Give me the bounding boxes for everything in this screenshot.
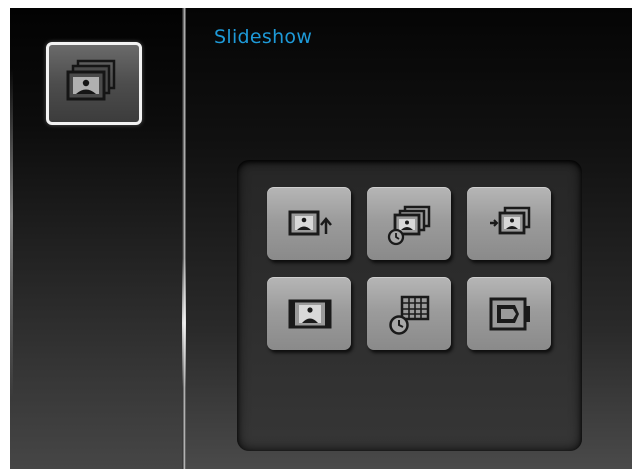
category-slideshow-button[interactable] bbox=[46, 42, 142, 125]
slideshow-timer-icon bbox=[387, 205, 431, 246]
divider-highlight bbox=[182, 258, 186, 388]
photo-transition-icon bbox=[490, 206, 531, 235]
option-slideshow-timer-button[interactable] bbox=[367, 187, 451, 260]
calendar-clock-icon bbox=[389, 295, 430, 335]
category-sidebar bbox=[10, 8, 183, 469]
screen: Slideshow bbox=[10, 8, 632, 469]
page-title: Slideshow bbox=[214, 26, 313, 48]
option-transition-button[interactable] bbox=[467, 187, 551, 260]
photo-stack-icon bbox=[66, 59, 116, 101]
option-export-button[interactable] bbox=[267, 187, 351, 260]
photo-fit-icon bbox=[489, 297, 530, 331]
option-fit-button[interactable] bbox=[467, 277, 551, 350]
sidebar-divider bbox=[182, 8, 186, 469]
options-panel bbox=[237, 160, 582, 451]
option-frame-button[interactable] bbox=[267, 277, 351, 350]
sidebar-edge-highlight bbox=[10, 68, 13, 398]
photo-frame-icon bbox=[288, 299, 332, 329]
photo-export-icon bbox=[288, 210, 332, 236]
option-calendar-schedule-button[interactable] bbox=[367, 277, 451, 350]
